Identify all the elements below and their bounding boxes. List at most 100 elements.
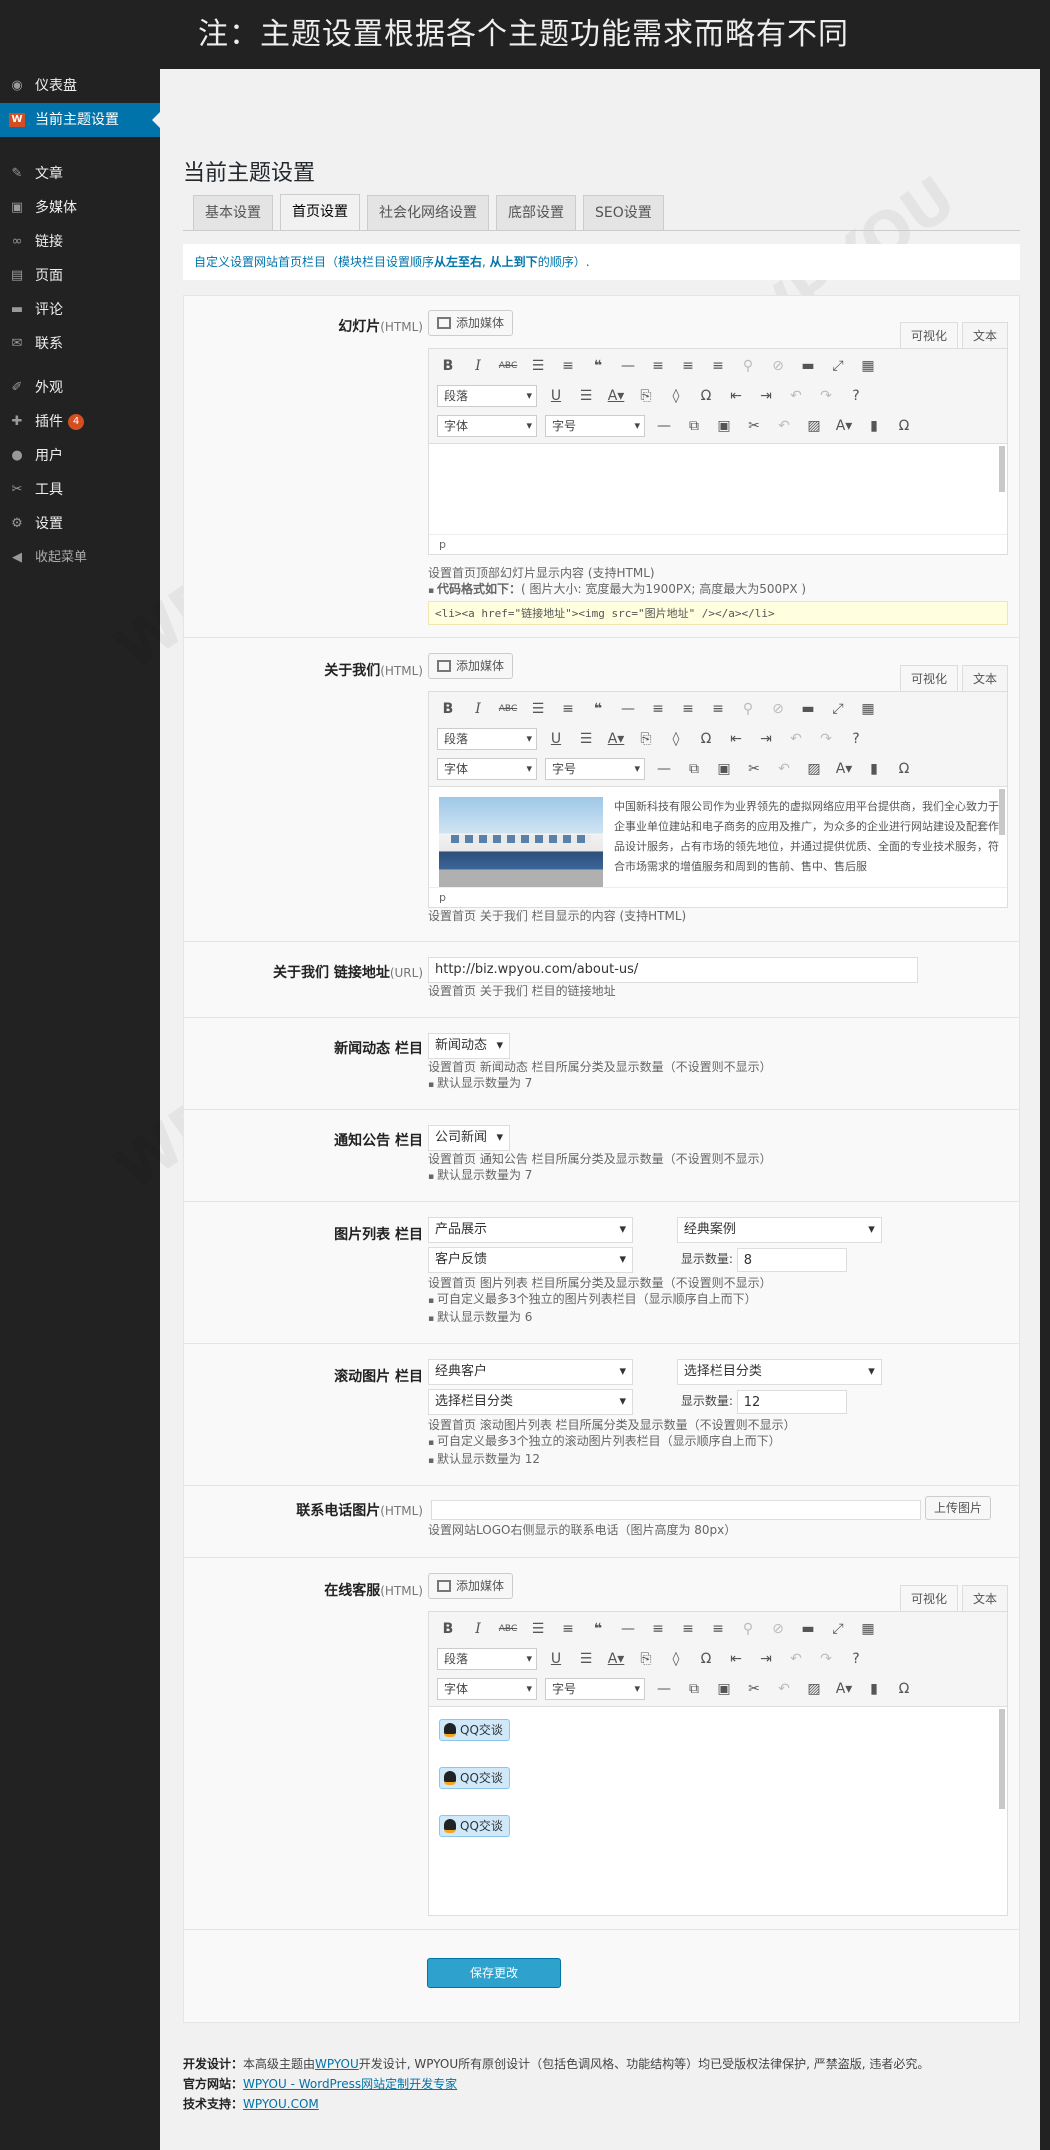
image-icon[interactable]: ▨ [799,413,829,439]
paragraph-format-select[interactable]: 段落 [437,728,537,750]
outdent-icon[interactable]: ⇤ [721,726,751,752]
gallery-select-1[interactable]: 产品展示 [428,1217,633,1243]
font-size-select[interactable]: 字号 [545,415,645,437]
sidebar-item-12[interactable]: ⚙ 设置 [0,507,160,541]
bullet-list-icon[interactable]: ☰ [523,1616,553,1642]
unlink-icon[interactable]: ⊘ [763,353,793,379]
insert-media-icon[interactable]: ▮ [859,413,889,439]
add-media-button[interactable]: 添加媒体 [428,310,514,336]
special-char-icon[interactable]: Ω [691,726,721,752]
notices-category-select[interactable]: 公司新闻 [428,1125,511,1151]
justify-icon[interactable]: ☰ [571,383,601,409]
add-media-button[interactable]: 添加媒体 [428,1573,514,1599]
sidebar-item-1[interactable]: W 当前主题设置 [0,103,160,137]
read-more-icon[interactable]: ▬ [793,696,823,722]
copy-icon[interactable]: ⧉ [679,1676,709,1702]
numbered-list-icon[interactable]: ≡ [553,353,583,379]
official-site-link[interactable]: WPYOU - WordPress网站定制开发专家 [243,2077,457,2091]
font-family-select[interactable]: 字体 [437,1678,537,1700]
undo-icon[interactable]: ↶ [781,726,811,752]
sidebar-item-0[interactable]: ◉ 仪表盘 [0,69,160,103]
justify-icon[interactable]: ☰ [571,726,601,752]
bold-icon[interactable]: B [433,696,463,722]
gallery-select-2[interactable]: 经典案例 [676,1217,882,1243]
align-right-icon[interactable]: ≡ [703,353,733,379]
align-center-icon[interactable]: ≡ [673,696,703,722]
bg-color-icon[interactable]: A▾ [829,413,859,439]
align-center-icon[interactable]: ≡ [673,1616,703,1642]
underline-icon[interactable]: U [541,726,571,752]
text-tab[interactable]: 文本 [961,322,1008,348]
omega-icon[interactable]: Ω [889,413,919,439]
link-icon[interactable]: ⚲ [733,1616,763,1642]
unlink-icon[interactable]: ⊘ [763,696,793,722]
clear-format-icon[interactable]: ◊ [661,726,691,752]
bg-color-icon[interactable]: A▾ [829,756,859,782]
special-char-icon[interactable]: Ω [691,383,721,409]
scrollbar[interactable] [999,1709,1005,1809]
clear-format-icon[interactable]: ◊ [661,1646,691,1672]
numbered-list-icon[interactable]: ≡ [553,1616,583,1642]
scroller-count-input[interactable]: 12 [736,1389,847,1414]
visual-tab[interactable]: 可视化 [899,1585,958,1611]
outdent-icon[interactable]: ⇤ [721,383,751,409]
undo-icon[interactable]: ↶ [769,1676,799,1702]
undo-icon[interactable]: ↶ [781,383,811,409]
tab-seo[interactable]: SEO设置 [583,195,664,231]
qq-chat-badge[interactable]: QQ交谈 [439,1767,510,1789]
redo-icon[interactable]: ↷ [811,383,841,409]
slides-editor-area[interactable] [429,444,1007,534]
align-left-icon[interactable]: ≡ [643,1616,673,1642]
hr-icon[interactable]: — [649,413,679,439]
align-left-icon[interactable]: ≡ [643,696,673,722]
paste-text-icon[interactable]: ⎘ [631,383,661,409]
sidebar-item-11[interactable]: ✂ 工具 [0,473,160,507]
sidebar-item-13[interactable]: ◀ 收起菜单 [0,541,160,575]
cut-icon[interactable]: ✂ [739,413,769,439]
italic-icon[interactable]: I [463,1616,493,1642]
save-button[interactable]: 保存更改 [427,1958,561,1988]
image-icon[interactable]: ▨ [799,756,829,782]
font-size-select[interactable]: 字号 [545,1678,645,1700]
paste-text-icon[interactable]: ⎘ [631,1646,661,1672]
toolbar-toggle-icon[interactable]: ▦ [853,696,883,722]
indent-icon[interactable]: ⇥ [751,726,781,752]
support-link[interactable]: WPYOU.COM [243,2097,319,2111]
visual-tab[interactable]: 可视化 [899,322,958,348]
visual-tab[interactable]: 可视化 [899,665,958,691]
sidebar-item-6[interactable]: ▬ 评论 [0,293,160,327]
paragraph-format-select[interactable]: 段落 [437,385,537,407]
upload-image-button[interactable]: 上传图片 [925,1496,992,1520]
qq-chat-badge[interactable]: QQ交谈 [439,1719,510,1741]
text-tab[interactable]: 文本 [961,665,1008,691]
sidebar-item-8[interactable]: ✐ 外观 [0,371,160,405]
justify-icon[interactable]: ☰ [571,1646,601,1672]
read-more-icon[interactable]: ▬ [793,1616,823,1642]
align-right-icon[interactable]: ≡ [703,696,733,722]
help-icon[interactable]: ? [841,726,871,752]
sidebar-item-2[interactable]: ✎ 文章 [0,157,160,191]
copy-icon[interactable]: ⧉ [679,756,709,782]
wpyou-link[interactable]: WPYOU [315,2057,359,2071]
align-center-icon[interactable]: ≡ [673,353,703,379]
blockquote-icon[interactable]: ❝ [583,353,613,379]
sidebar-item-4[interactable]: ∞ 链接 [0,225,160,259]
tab-social[interactable]: 社会化网络设置 [367,195,489,231]
tab-footer[interactable]: 底部设置 [496,195,576,231]
qq-chat-badge[interactable]: QQ交谈 [439,1815,510,1837]
scroller-select-1[interactable]: 经典客户 [428,1359,633,1385]
underline-icon[interactable]: U [541,1646,571,1672]
toolbar-toggle-icon[interactable]: ▦ [853,1616,883,1642]
insert-media-icon[interactable]: ▮ [859,1676,889,1702]
redo-icon[interactable]: ↷ [811,726,841,752]
bullet-list-icon[interactable]: ☰ [523,696,553,722]
insert-media-icon[interactable]: ▮ [859,756,889,782]
bold-icon[interactable]: B [433,1616,463,1642]
toolbar-toggle-icon[interactable]: ▦ [853,353,883,379]
read-more-icon[interactable]: ▬ [793,353,823,379]
indent-icon[interactable]: ⇥ [751,1646,781,1672]
clear-format-icon[interactable]: ◊ [661,383,691,409]
omega-icon[interactable]: Ω [889,1676,919,1702]
paste-icon[interactable]: ▣ [709,756,739,782]
scrollbar[interactable] [999,789,1005,835]
